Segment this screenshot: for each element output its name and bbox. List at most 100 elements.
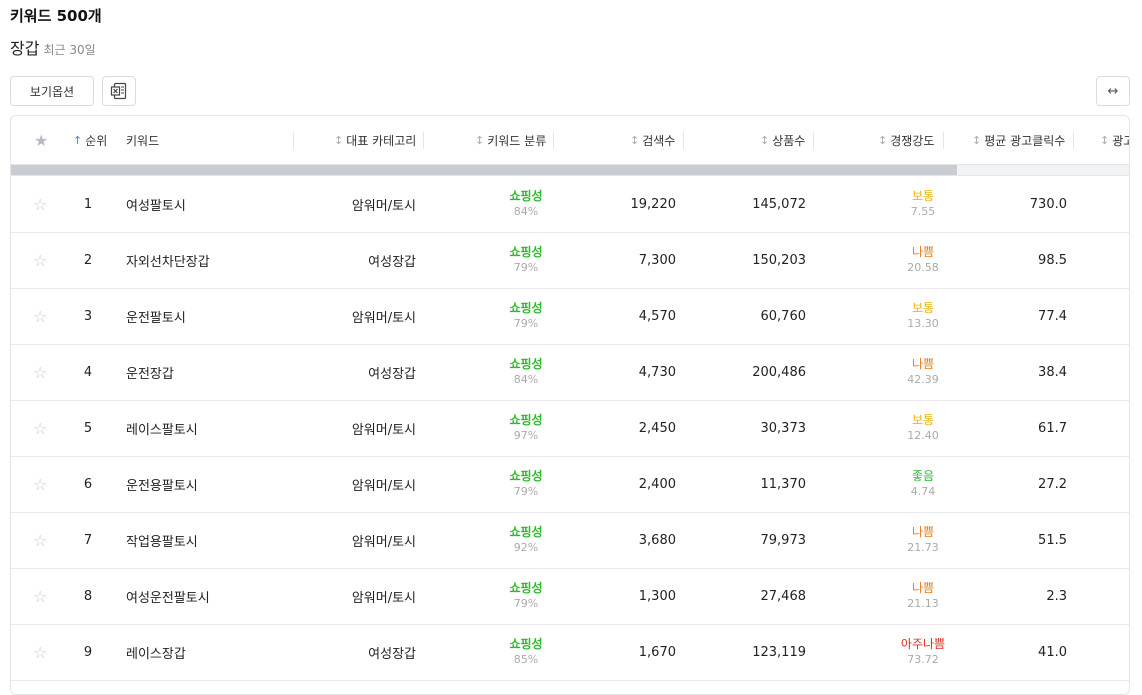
favorite-star-icon[interactable]: ☆ xyxy=(33,344,53,400)
header-category[interactable]: ↕ 대표 카테고리 xyxy=(334,116,416,164)
search-count-cell: 4,570 xyxy=(638,308,676,324)
category-cell: 여성장갑 xyxy=(368,646,416,662)
keyword-cell[interactable]: 레이스장갑 xyxy=(126,624,296,680)
competition-value: 4.74 xyxy=(910,485,936,498)
avg-clicks-cell: 2.3 xyxy=(1046,588,1067,604)
competition-label: 보통 xyxy=(911,189,935,203)
favorite-star-icon[interactable]: ☆ xyxy=(33,456,53,512)
favorite-star-icon[interactable]: ☆ xyxy=(33,288,53,344)
table-row[interactable]: ☆ 4 운전장갑 여성장갑 쇼핑성 84% 4,730 200,486 나쁨 42.39 38.4 xyxy=(11,344,1129,401)
search-count-cell: 2,450 xyxy=(638,420,676,436)
search-count-cell: 7,300 xyxy=(638,252,676,268)
competition-cell: 나쁨 21.13 xyxy=(873,568,973,624)
header-avg-clicks[interactable]: ↕ 평균 광고클릭수 xyxy=(972,116,1065,164)
classification-cell: 쇼핑성 79% xyxy=(486,232,566,288)
classification-label: 쇼핑성 xyxy=(509,189,543,203)
category-cell: 암워머/토시 xyxy=(351,590,416,606)
competition-value: 20.58 xyxy=(907,261,939,274)
keyword-cell[interactable]: 운전팔토시 xyxy=(126,288,296,344)
table-row[interactable]: ☆ 8 여성운전팔토시 암워머/토시 쇼핑성 79% 1,300 27,468 나쁨 21.13 2… xyxy=(11,568,1129,625)
horizontal-scrollbar[interactable] xyxy=(11,165,1129,176)
keyword-cell[interactable]: 여성운전팔토시 xyxy=(126,568,296,624)
expand-table-button[interactable]: ↔ xyxy=(1096,76,1130,106)
category-heading: 장갑 최근 30일 xyxy=(10,35,96,59)
search-count-cell: 4,730 xyxy=(638,364,676,380)
competition-label: 나쁨 xyxy=(911,245,935,259)
header-star-icon[interactable]: ★ xyxy=(34,116,48,164)
avg-clicks-cell: 61.7 xyxy=(1038,420,1067,436)
competition-cell: 보통 7.55 xyxy=(873,176,973,232)
product-count-cell: 145,072 xyxy=(752,196,806,212)
competition-label: 나쁨 xyxy=(911,581,935,595)
period-label: 최근 30일 xyxy=(43,43,96,57)
favorite-star-icon[interactable]: ☆ xyxy=(33,624,53,680)
table-row[interactable]: ☆ 2 자외선차단장갑 여성장갑 쇼핑성 79% 7,300 150,203 나쁨 20.58 98… xyxy=(11,232,1129,289)
excel-download-button[interactable] xyxy=(102,76,136,106)
header-keyword[interactable]: 키워드 xyxy=(126,116,159,164)
rank-cell: 9 xyxy=(83,644,93,660)
keyword-cell[interactable]: 운전용팔토시 xyxy=(126,456,296,512)
classification-cell: 쇼핑성 79% xyxy=(486,568,566,624)
classification-percent: 79% xyxy=(513,317,539,330)
classification-label: 쇼핑성 xyxy=(509,245,543,259)
category-name: 장갑 xyxy=(10,39,40,58)
keyword-cell[interactable]: 작업용팔토시 xyxy=(126,512,296,568)
table-row[interactable]: ☆ 5 레이스팔토시 암워머/토시 쇼핑성 97% 2,450 30,373 보통 12.40 61… xyxy=(11,400,1129,457)
competition-label: 나쁨 xyxy=(911,525,935,539)
table-row[interactable]: ☆ 7 작업용팔토시 암워머/토시 쇼핑성 92% 3,680 79,973 나쁨 21.73 51… xyxy=(11,512,1129,569)
favorite-star-icon[interactable]: ☆ xyxy=(33,512,53,568)
competition-value: 7.55 xyxy=(910,205,936,218)
product-count-cell: 60,760 xyxy=(760,308,807,324)
keyword-cell[interactable]: 자외선차단장갑 xyxy=(126,232,296,288)
favorite-star-icon[interactable]: ☆ xyxy=(33,232,53,288)
product-count-cell: 30,373 xyxy=(760,420,807,436)
category-cell: 암워머/토시 xyxy=(351,198,416,214)
classification-label: 쇼핑성 xyxy=(509,637,543,651)
classification-percent: 85% xyxy=(513,653,539,666)
favorite-star-icon[interactable]: ☆ xyxy=(33,400,53,456)
keyword-table: ★ ↑ 순위 키워드 ↕ 대표 카테고리 ↕ 키워드 분류 ↕ 검색수 ↕ 상품수 ↕ 경쟁… xyxy=(10,115,1130,695)
product-count-cell: 79,973 xyxy=(760,532,807,548)
competition-value: 12.40 xyxy=(907,429,939,442)
header-classification[interactable]: ↕ 키워드 분류 xyxy=(475,116,546,164)
competition-value: 73.72 xyxy=(907,653,939,666)
category-cell: 여성장갑 xyxy=(368,254,416,270)
header-next[interactable]: ↕광고 xyxy=(1100,116,1129,164)
competition-cell: 아주나쁨 73.72 xyxy=(873,624,973,680)
product-count-cell: 150,203 xyxy=(752,252,806,268)
classification-percent: 97% xyxy=(513,429,539,442)
view-options-button[interactable]: 보기옵션 xyxy=(10,76,94,106)
header-rank[interactable]: ↑ 순위 xyxy=(73,116,107,164)
rank-cell: 7 xyxy=(83,532,93,548)
search-count-cell: 1,670 xyxy=(638,644,676,660)
keyword-cell[interactable]: 운전장갑 xyxy=(126,344,296,400)
rank-cell: 5 xyxy=(83,420,93,436)
avg-clicks-cell: 77.4 xyxy=(1038,308,1067,324)
table-row[interactable]: ☆ 6 운전용팔토시 암워머/토시 쇼핑성 79% 2,400 11,370 좋음 4.74 27.… xyxy=(11,456,1129,513)
classification-percent: 84% xyxy=(513,205,539,218)
keyword-cell[interactable]: 여성팔토시 xyxy=(126,176,296,232)
search-count-cell: 1,300 xyxy=(638,588,676,604)
scrollbar-thumb[interactable] xyxy=(11,165,957,175)
competition-value: 42.39 xyxy=(907,373,939,386)
avg-clicks-cell: 41.0 xyxy=(1038,644,1067,660)
classification-label: 쇼핑성 xyxy=(509,581,543,595)
table-row[interactable]: ☆ 3 운전팔토시 암워머/토시 쇼핑성 79% 4,570 60,760 보통 13.30 77.… xyxy=(11,288,1129,345)
competition-cell: 나쁨 42.39 xyxy=(873,344,973,400)
excel-icon xyxy=(110,82,127,100)
rank-cell: 4 xyxy=(83,364,93,380)
product-count-cell: 11,370 xyxy=(760,476,807,492)
classification-label: 쇼핑성 xyxy=(509,413,543,427)
keyword-cell[interactable]: 레이스팔토시 xyxy=(126,400,296,456)
competition-value: 21.13 xyxy=(907,597,939,610)
header-competition[interactable]: ↕ 경쟁강도 xyxy=(878,116,934,164)
header-search[interactable]: ↕ 검색수 xyxy=(630,116,675,164)
table-row[interactable]: ☆ 9 레이스장갑 여성장갑 쇼핑성 85% 1,670 123,119 아주나쁨 73.72 41… xyxy=(11,624,1129,681)
favorite-star-icon[interactable]: ☆ xyxy=(33,176,53,232)
favorite-star-icon[interactable]: ☆ xyxy=(33,568,53,624)
table-row[interactable]: ☆ 1 여성팔토시 암워머/토시 쇼핑성 84% 19,220 145,072 보통 7.55 73… xyxy=(11,176,1129,233)
classification-cell: 쇼핑성 79% xyxy=(486,288,566,344)
competition-label: 보통 xyxy=(911,301,935,315)
header-products[interactable]: ↕ 상품수 xyxy=(760,116,805,164)
search-count-cell: 3,680 xyxy=(638,532,676,548)
